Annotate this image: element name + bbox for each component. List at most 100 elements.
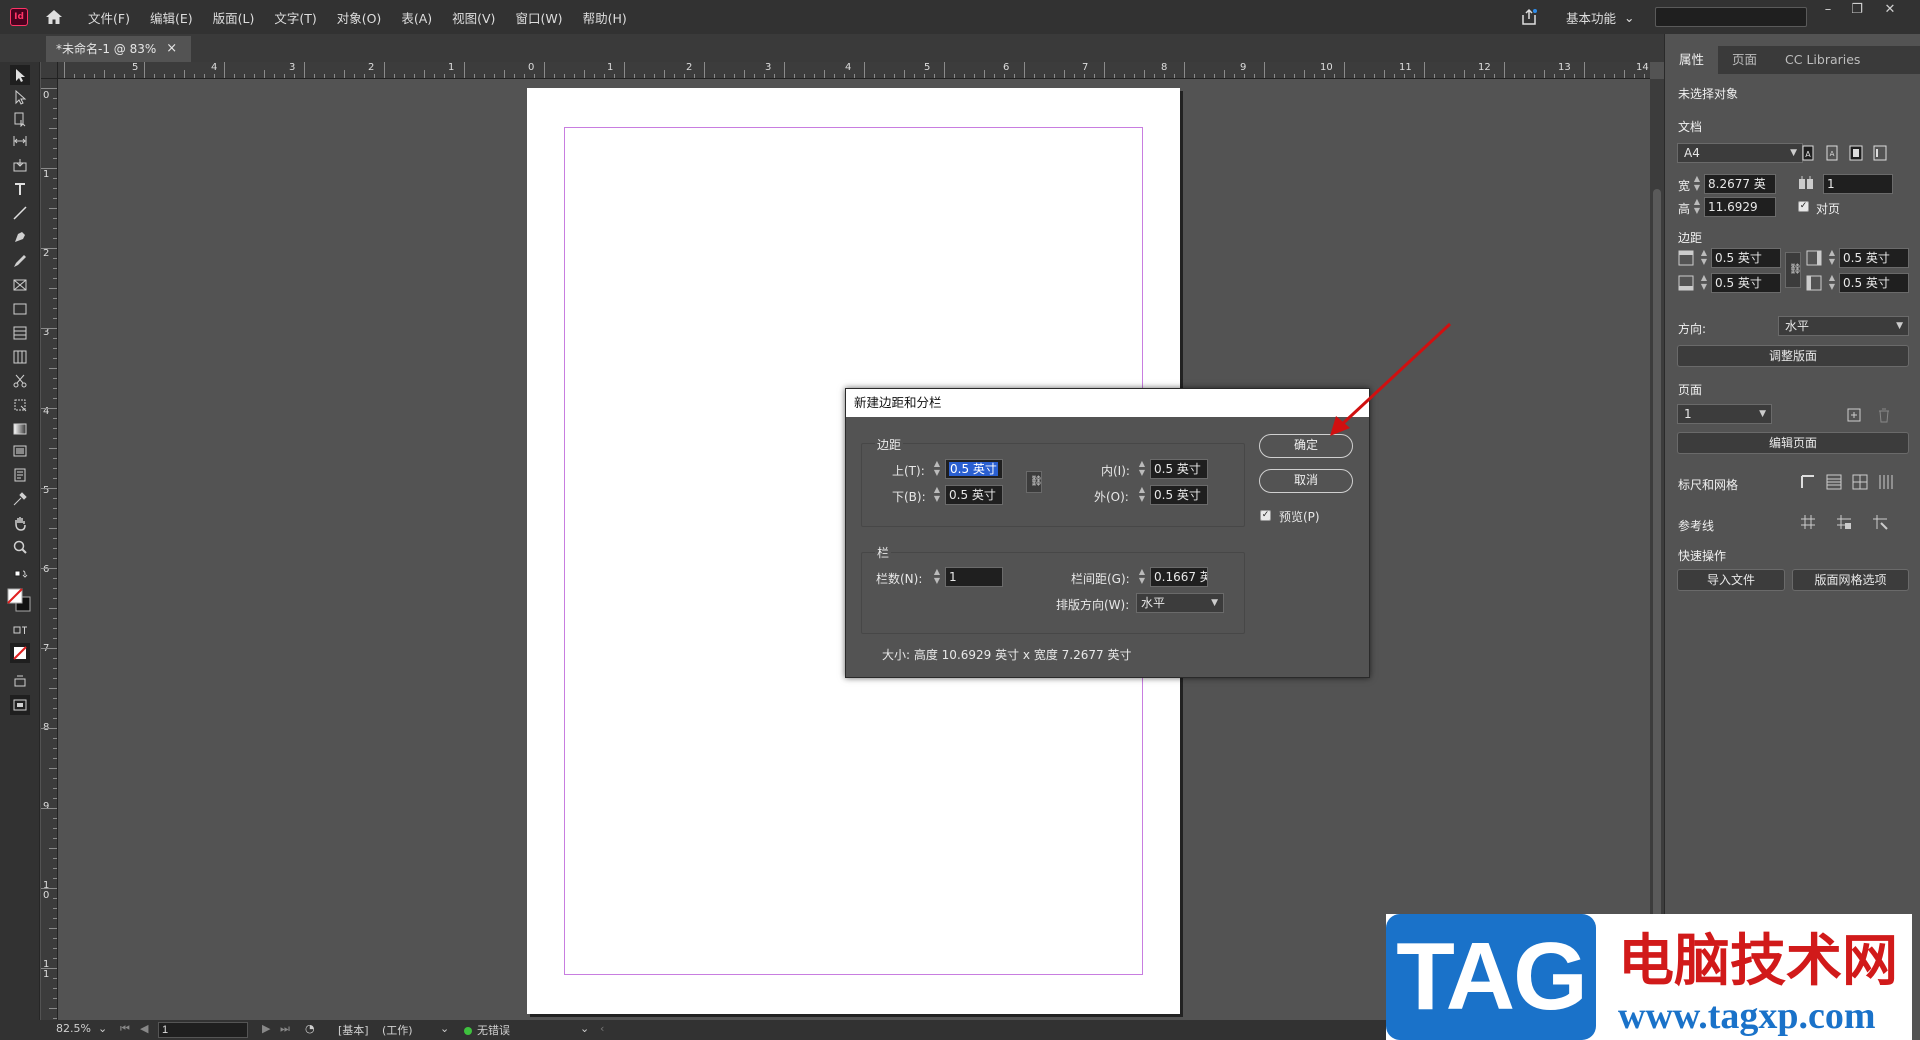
- cancel-button[interactable]: 取消: [1259, 469, 1353, 493]
- gutter-stepper[interactable]: ▲ ▼: [1136, 567, 1148, 587]
- margin-bottom-stepper[interactable]: ▲ ▼: [1698, 273, 1710, 293]
- rectangle-tool-icon[interactable]: [10, 299, 30, 319]
- home-icon[interactable]: [44, 7, 64, 27]
- gutter-field[interactable]: 0.1667 英: [1150, 567, 1208, 587]
- orientation-select[interactable]: 水平 ▼: [1778, 316, 1909, 336]
- baseline-grid-icon[interactable]: [1825, 473, 1843, 491]
- horizontal-ruler[interactable]: 5 4 3 2 1 0 1 2 3 4 5 6 7 8 9 10 11 12 1…: [58, 62, 1650, 79]
- top-margin-field[interactable]: 0.5 英寸: [945, 459, 1003, 479]
- link-margins-icon[interactable]: ⛓: [1785, 252, 1801, 288]
- selection-tool-icon[interactable]: [10, 65, 30, 85]
- margin-top-stepper[interactable]: ▲ ▼: [1698, 248, 1710, 268]
- chevron-down-icon[interactable]: ⌄: [580, 1022, 589, 1035]
- ruler-toggle-icon[interactable]: [1799, 473, 1817, 491]
- margin-inside-stepper[interactable]: ▲ ▼: [1826, 248, 1838, 268]
- gradient-feather-tool-icon[interactable]: [10, 441, 30, 461]
- menu-object[interactable]: 对象(O): [327, 8, 392, 27]
- current-page-select[interactable]: 1 ▼: [1677, 404, 1772, 424]
- margin-top-field[interactable]: 0.5 英寸: [1711, 248, 1781, 268]
- gradient-swatch-tool-icon[interactable]: [10, 419, 30, 439]
- link-margins-icon[interactable]: ⛓: [1026, 471, 1042, 493]
- tab-cc-libraries[interactable]: CC Libraries: [1771, 46, 1874, 74]
- tab-pages[interactable]: 页面: [1718, 46, 1771, 74]
- zoom-tool-icon[interactable]: [10, 537, 30, 557]
- workspace-switcher[interactable]: 基本功能 ⌄: [1566, 8, 1635, 27]
- binding-left-icon[interactable]: [1847, 144, 1865, 162]
- layout-grid-icon[interactable]: [1877, 473, 1895, 491]
- line-tool-icon[interactable]: [10, 203, 30, 223]
- top-margin-stepper[interactable]: ▲ ▼: [931, 459, 943, 479]
- format-container-icon[interactable]: [10, 621, 30, 641]
- height-field[interactable]: 11.6929: [1704, 197, 1776, 217]
- menu-table[interactable]: 表(A): [391, 8, 442, 27]
- gap-tool-icon[interactable]: [10, 131, 30, 151]
- document-grid-icon[interactable]: [1851, 473, 1869, 491]
- eyedropper-tool-icon[interactable]: [10, 489, 30, 509]
- app-logo[interactable]: Id: [10, 8, 28, 26]
- hand-tool-icon[interactable]: [10, 513, 30, 533]
- horizontal-grid-tool-icon[interactable]: [10, 323, 30, 343]
- add-page-icon[interactable]: [1845, 406, 1863, 424]
- free-transform-tool-icon[interactable]: [10, 395, 30, 415]
- layout-grid-options-button[interactable]: 版面网格选项: [1792, 569, 1909, 591]
- direct-selection-tool-icon[interactable]: [10, 87, 30, 107]
- bottom-margin-field[interactable]: 0.5 英寸: [945, 485, 1003, 505]
- preflight-status[interactable]: 无错误: [464, 1022, 510, 1038]
- inside-margin-stepper[interactable]: ▲ ▼: [1136, 459, 1148, 479]
- outside-margin-field[interactable]: 0.5 英寸: [1150, 485, 1208, 505]
- landscape-orientation-icon[interactable]: A: [1823, 144, 1841, 162]
- next-page-icon[interactable]: ▶: [262, 1022, 270, 1035]
- import-file-button[interactable]: 导入文件: [1677, 569, 1785, 591]
- search-input[interactable]: [1655, 7, 1807, 27]
- view-mode-icon[interactable]: [10, 671, 30, 691]
- margin-inside-field[interactable]: 0.5 英寸: [1839, 248, 1909, 268]
- binding-right-icon[interactable]: [1871, 144, 1889, 162]
- fill-stroke-swatch-icon[interactable]: [6, 587, 32, 613]
- pages-count-field[interactable]: 1: [1823, 174, 1893, 194]
- share-icon[interactable]: [1520, 8, 1538, 26]
- vertical-ruler[interactable]: 0 1 2 3 4 5 6 7 8 9 10 11: [41, 79, 58, 1020]
- close-window-icon[interactable]: ✕: [1878, 2, 1902, 18]
- margin-outside-stepper[interactable]: ▲ ▼: [1826, 273, 1838, 293]
- zoom-level[interactable]: 82.5%: [56, 1022, 91, 1035]
- menu-help[interactable]: 帮助(H): [573, 8, 637, 27]
- tab-properties[interactable]: 属性: [1665, 46, 1719, 74]
- scissors-tool-icon[interactable]: [10, 371, 30, 391]
- writing-direction-select[interactable]: 水平 ▼: [1136, 593, 1224, 613]
- guides-lock-icon[interactable]: [1835, 513, 1853, 531]
- close-icon[interactable]: ×: [166, 36, 177, 62]
- fill-stroke-swap-icon[interactable]: [10, 565, 30, 585]
- delete-page-icon[interactable]: [1875, 406, 1893, 424]
- menu-layout[interactable]: 版面(L): [203, 8, 265, 27]
- type-tool-icon[interactable]: [10, 179, 30, 199]
- inside-margin-field[interactable]: 0.5 英寸: [1150, 459, 1208, 479]
- scroll-left-icon[interactable]: ‹: [600, 1022, 604, 1035]
- rectangle-frame-tool-icon[interactable]: [10, 275, 30, 295]
- content-collector-icon[interactable]: [10, 155, 30, 175]
- minimize-icon[interactable]: –: [1816, 2, 1840, 18]
- menu-window[interactable]: 窗口(W): [505, 8, 572, 27]
- portrait-orientation-icon[interactable]: A: [1799, 144, 1817, 162]
- menu-edit[interactable]: 编辑(E): [140, 8, 203, 27]
- columns-count-stepper[interactable]: ▲ ▼: [931, 567, 943, 587]
- margin-outside-field[interactable]: 0.5 英寸: [1839, 273, 1909, 293]
- menu-file[interactable]: 文件(F): [78, 8, 140, 27]
- restore-icon[interactable]: ❐: [1845, 2, 1869, 18]
- bottom-margin-stepper[interactable]: ▲ ▼: [931, 485, 943, 505]
- chevron-down-icon[interactable]: ⌄: [440, 1022, 449, 1035]
- chevron-down-icon[interactable]: ⌄: [98, 1022, 107, 1035]
- columns-count-field[interactable]: 1: [945, 567, 1003, 587]
- width-stepper[interactable]: ▲ ▼: [1691, 174, 1703, 194]
- pencil-tool-icon[interactable]: [10, 251, 30, 271]
- menu-type[interactable]: 文字(T): [264, 8, 326, 27]
- pen-tool-icon[interactable]: [10, 227, 30, 247]
- open-page-icon[interactable]: ◔: [305, 1022, 315, 1035]
- height-stepper[interactable]: ▲ ▼: [1691, 197, 1703, 217]
- edit-page-button[interactable]: 编辑页面: [1677, 432, 1909, 454]
- page-number-input[interactable]: [158, 1022, 248, 1038]
- page-tool-icon[interactable]: [10, 109, 30, 129]
- previous-page-icon[interactable]: ◀: [140, 1022, 148, 1035]
- note-tool-icon[interactable]: [10, 465, 30, 485]
- adjust-layout-button[interactable]: 调整版面: [1677, 345, 1909, 367]
- vertical-grid-tool-icon[interactable]: [10, 347, 30, 367]
